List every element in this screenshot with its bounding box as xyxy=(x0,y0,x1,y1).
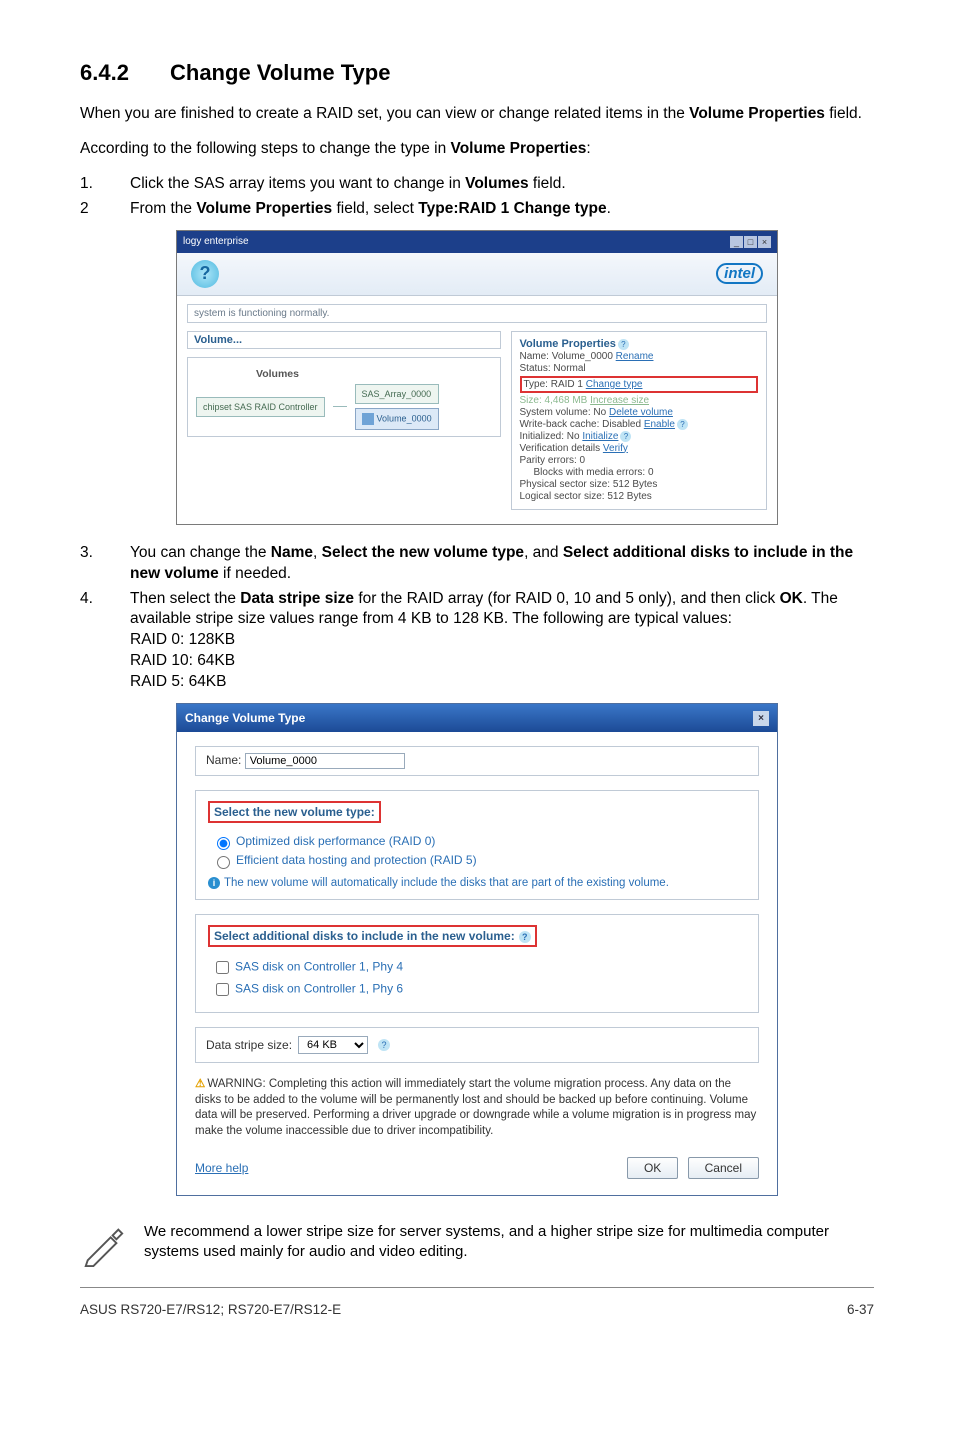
logical-sector: Logical sector size: 512 Bytes xyxy=(520,491,759,502)
note-text: We recommend a lower stripe size for ser… xyxy=(144,1222,874,1263)
dialog-title: Change Volume Type xyxy=(185,711,305,725)
volume-name-input[interactable] xyxy=(245,753,405,769)
help-icon[interactable]: ? xyxy=(519,931,531,943)
rename-link[interactable]: Rename xyxy=(616,351,654,362)
info-message: iThe new volume will automatically inclu… xyxy=(208,877,746,889)
delete-volume-link[interactable]: Delete volume xyxy=(609,407,673,418)
step-2: From the Volume Properties field, select… xyxy=(80,199,874,220)
type-row-highlight: Type: RAID 1 Change type xyxy=(520,376,759,393)
section-title-text: Change Volume Type xyxy=(170,60,390,85)
section-heading: 6.4.2Change Volume Type xyxy=(80,60,874,86)
intel-logo: intel xyxy=(716,263,763,284)
section-number: 6.4.2 xyxy=(80,60,170,86)
stripe-size-group: Data stripe size: 64 KB ? xyxy=(195,1027,759,1063)
volume-properties-panel: Volume Properties? Name: Volume_0000 Ren… xyxy=(511,331,768,510)
ok-button[interactable]: OK xyxy=(627,1157,678,1179)
close-icon[interactable]: × xyxy=(753,711,769,726)
stripe-size-select[interactable]: 64 KB xyxy=(298,1036,368,1054)
raid5-radio[interactable] xyxy=(217,856,230,869)
enable-link[interactable]: Enable xyxy=(644,419,675,430)
volume-node[interactable]: Volume_0000 xyxy=(355,408,439,430)
dialog-titlebar: Change Volume Type × xyxy=(177,704,777,732)
screenshot-volume-properties: logy enterprise _□× ? intel system is fu… xyxy=(176,230,778,525)
volumes-heading: Volumes xyxy=(256,368,492,380)
intro-para-2: According to the following steps to chan… xyxy=(80,139,874,160)
window-titlebar: logy enterprise _□× xyxy=(177,231,777,253)
change-type-link[interactable]: Change type xyxy=(586,379,643,390)
volume-tab[interactable]: Volume... xyxy=(187,331,501,349)
more-help-link[interactable]: More help xyxy=(195,1161,248,1175)
minimize-icon[interactable]: _ xyxy=(730,236,743,248)
volume-properties-heading: Volume Properties xyxy=(520,338,616,350)
footer-page-number: 6-37 xyxy=(847,1302,874,1317)
name-label: Name: xyxy=(206,753,241,767)
step-4: Then select the Data stripe size for the… xyxy=(80,589,874,694)
help-icon[interactable]: ? xyxy=(618,339,629,350)
volume-type-group: Select the new volume type: Optimized di… xyxy=(195,790,759,900)
info-icon: i xyxy=(208,877,220,889)
disk-icon xyxy=(362,413,374,425)
note-box: We recommend a lower stripe size for ser… xyxy=(80,1214,874,1288)
page-footer: ASUS RS720-E7/RS12; RS720-E7/RS12-E 6-37 xyxy=(80,1302,874,1317)
warning-message: ⚠WARNING: Completing this action will im… xyxy=(195,1077,759,1139)
warning-icon: ⚠ xyxy=(195,1078,205,1090)
disk-phy6-option[interactable]: SAS disk on Controller 1, Phy 6 xyxy=(212,980,746,999)
disk-phy6-checkbox[interactable] xyxy=(216,983,229,996)
controller-node[interactable]: chipset SAS RAID Controller xyxy=(196,397,325,417)
help-icon[interactable]: ? xyxy=(677,419,688,430)
help-icon[interactable]: ? xyxy=(620,431,631,442)
raid5-option[interactable]: Efficient data hosting and protection (R… xyxy=(212,853,746,869)
volume-type-heading: Select the new volume type: xyxy=(208,801,381,823)
note-icon xyxy=(80,1222,126,1273)
media-errors: Blocks with media errors: 0 xyxy=(534,467,759,478)
name-field-group: Name: xyxy=(195,746,759,776)
status-value: Status: Normal xyxy=(520,363,759,374)
help-icon[interactable]: ? xyxy=(191,260,219,288)
step-3: You can change the Name, Select the new … xyxy=(80,543,874,585)
cancel-button[interactable]: Cancel xyxy=(688,1157,759,1179)
help-icon[interactable]: ? xyxy=(378,1039,390,1051)
close-icon[interactable]: × xyxy=(758,236,771,248)
increase-size-link[interactable]: Increase size xyxy=(590,395,649,406)
step-1: Click the SAS array items you want to ch… xyxy=(80,174,874,195)
parity-errors: Parity errors: 0 xyxy=(520,455,759,466)
additional-disks-group: Select additional disks to include in th… xyxy=(195,914,759,1013)
disk-phy4-option[interactable]: SAS disk on Controller 1, Phy 4 xyxy=(212,958,746,977)
additional-disks-heading: Select additional disks to include in th… xyxy=(208,925,537,947)
connector-line xyxy=(333,406,347,407)
initialize-link[interactable]: Initialize xyxy=(582,431,618,442)
screenshot-change-volume-dialog: Change Volume Type × Name: Select the ne… xyxy=(176,703,778,1196)
footer-product: ASUS RS720-E7/RS12; RS720-E7/RS12-E xyxy=(80,1302,341,1317)
window-buttons: _□× xyxy=(729,236,771,248)
intro-para-1: When you are finished to create a RAID s… xyxy=(80,104,874,125)
volumes-panel: Volumes chipset SAS RAID Controller SAS_… xyxy=(187,357,501,437)
window-title: logy enterprise xyxy=(183,236,249,247)
system-status: system is functioning normally. xyxy=(187,304,767,323)
stripe-size-label: Data stripe size: xyxy=(206,1038,292,1052)
raid0-option[interactable]: Optimized disk performance (RAID 0) xyxy=(212,834,746,850)
app-banner: ? intel xyxy=(177,253,777,296)
physical-sector: Physical sector size: 512 Bytes xyxy=(520,479,759,490)
raid0-radio[interactable] xyxy=(217,837,230,850)
verify-link[interactable]: Verify xyxy=(603,443,628,454)
sas-array-node[interactable]: SAS_Array_0000 xyxy=(355,384,439,404)
maximize-icon[interactable]: □ xyxy=(744,236,757,248)
disk-phy4-checkbox[interactable] xyxy=(216,961,229,974)
